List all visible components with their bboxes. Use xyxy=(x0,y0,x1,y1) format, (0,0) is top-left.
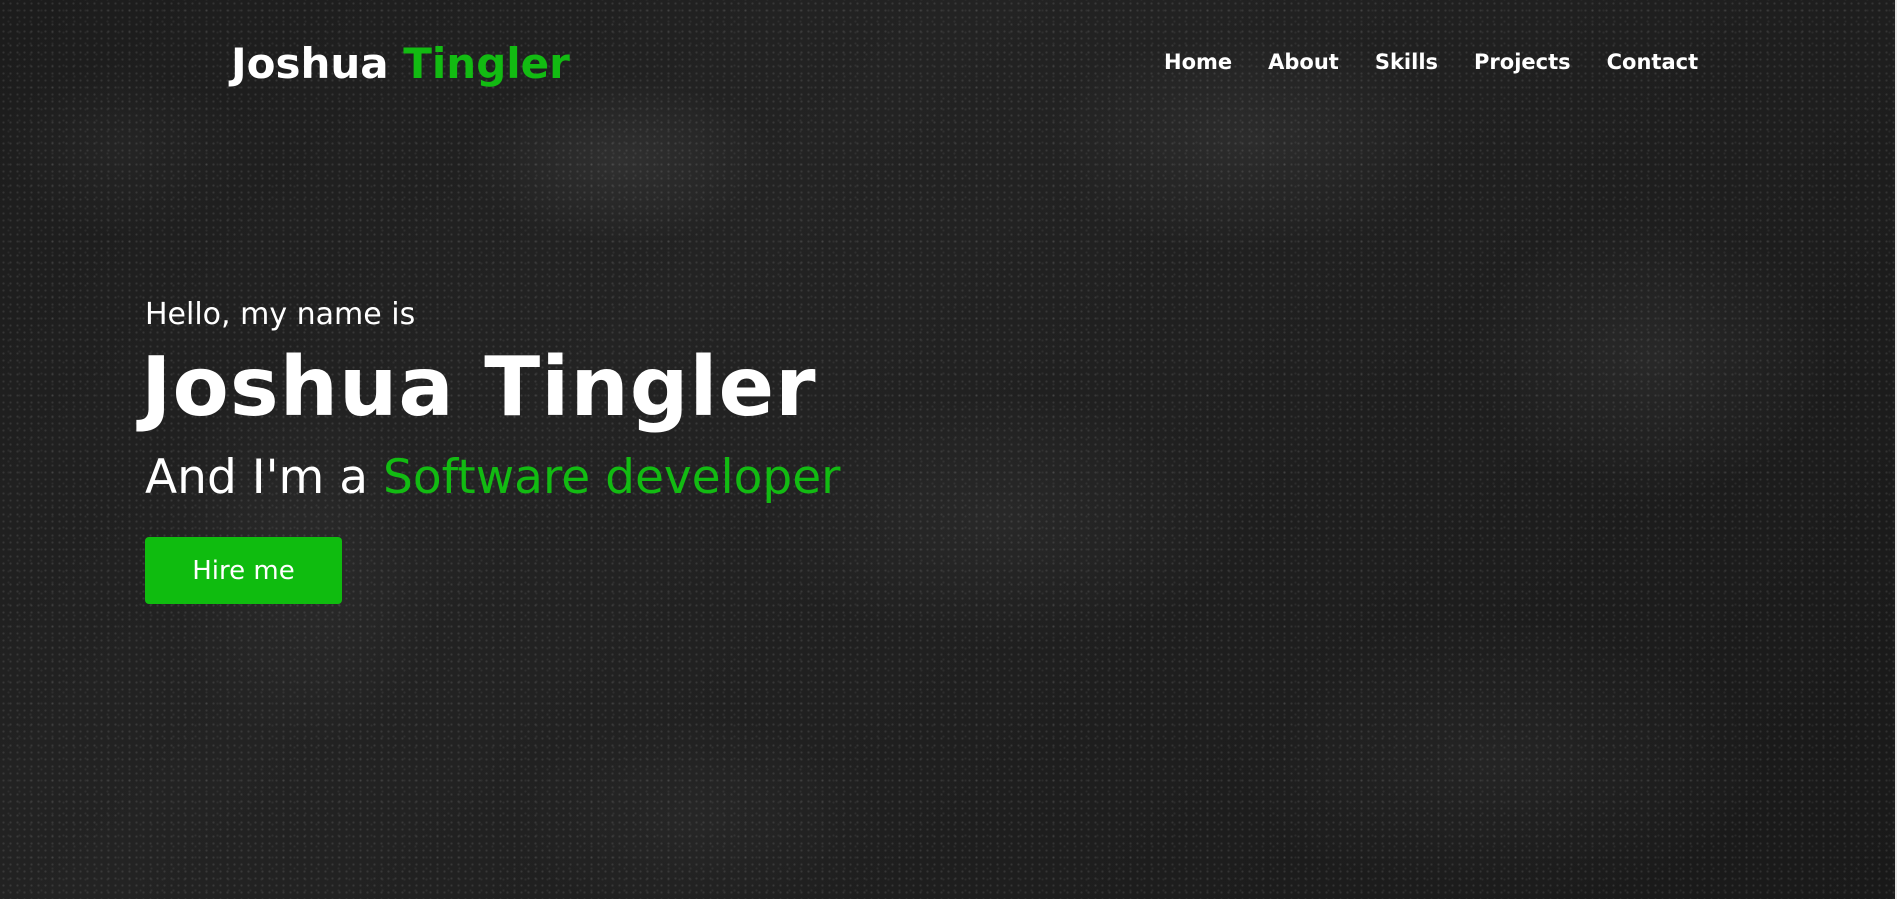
hero-name: Joshua Tingler xyxy=(141,340,817,435)
hero-role: And I'm a Software developer xyxy=(145,450,840,506)
hire-me-button[interactable]: Hire me xyxy=(145,537,342,604)
nav-link-about[interactable]: About xyxy=(1268,48,1339,76)
main-nav: Home About Skills Projects Contact xyxy=(1164,48,1698,76)
hero-greeting: Hello, my name is xyxy=(145,297,416,332)
nav-link-skills[interactable]: Skills xyxy=(1375,48,1438,76)
hero-role-prefix: And I'm a xyxy=(145,450,369,505)
nav-link-projects[interactable]: Projects xyxy=(1474,48,1571,76)
nav-link-contact[interactable]: Contact xyxy=(1607,48,1699,76)
logo-last-name: Tingler xyxy=(403,39,570,88)
site-logo[interactable]: Joshua Tingler xyxy=(231,38,570,90)
nav-link-home[interactable]: Home xyxy=(1164,48,1232,76)
logo-first-name: Joshua xyxy=(231,39,389,88)
hero-role-highlight: Software developer xyxy=(382,450,841,505)
